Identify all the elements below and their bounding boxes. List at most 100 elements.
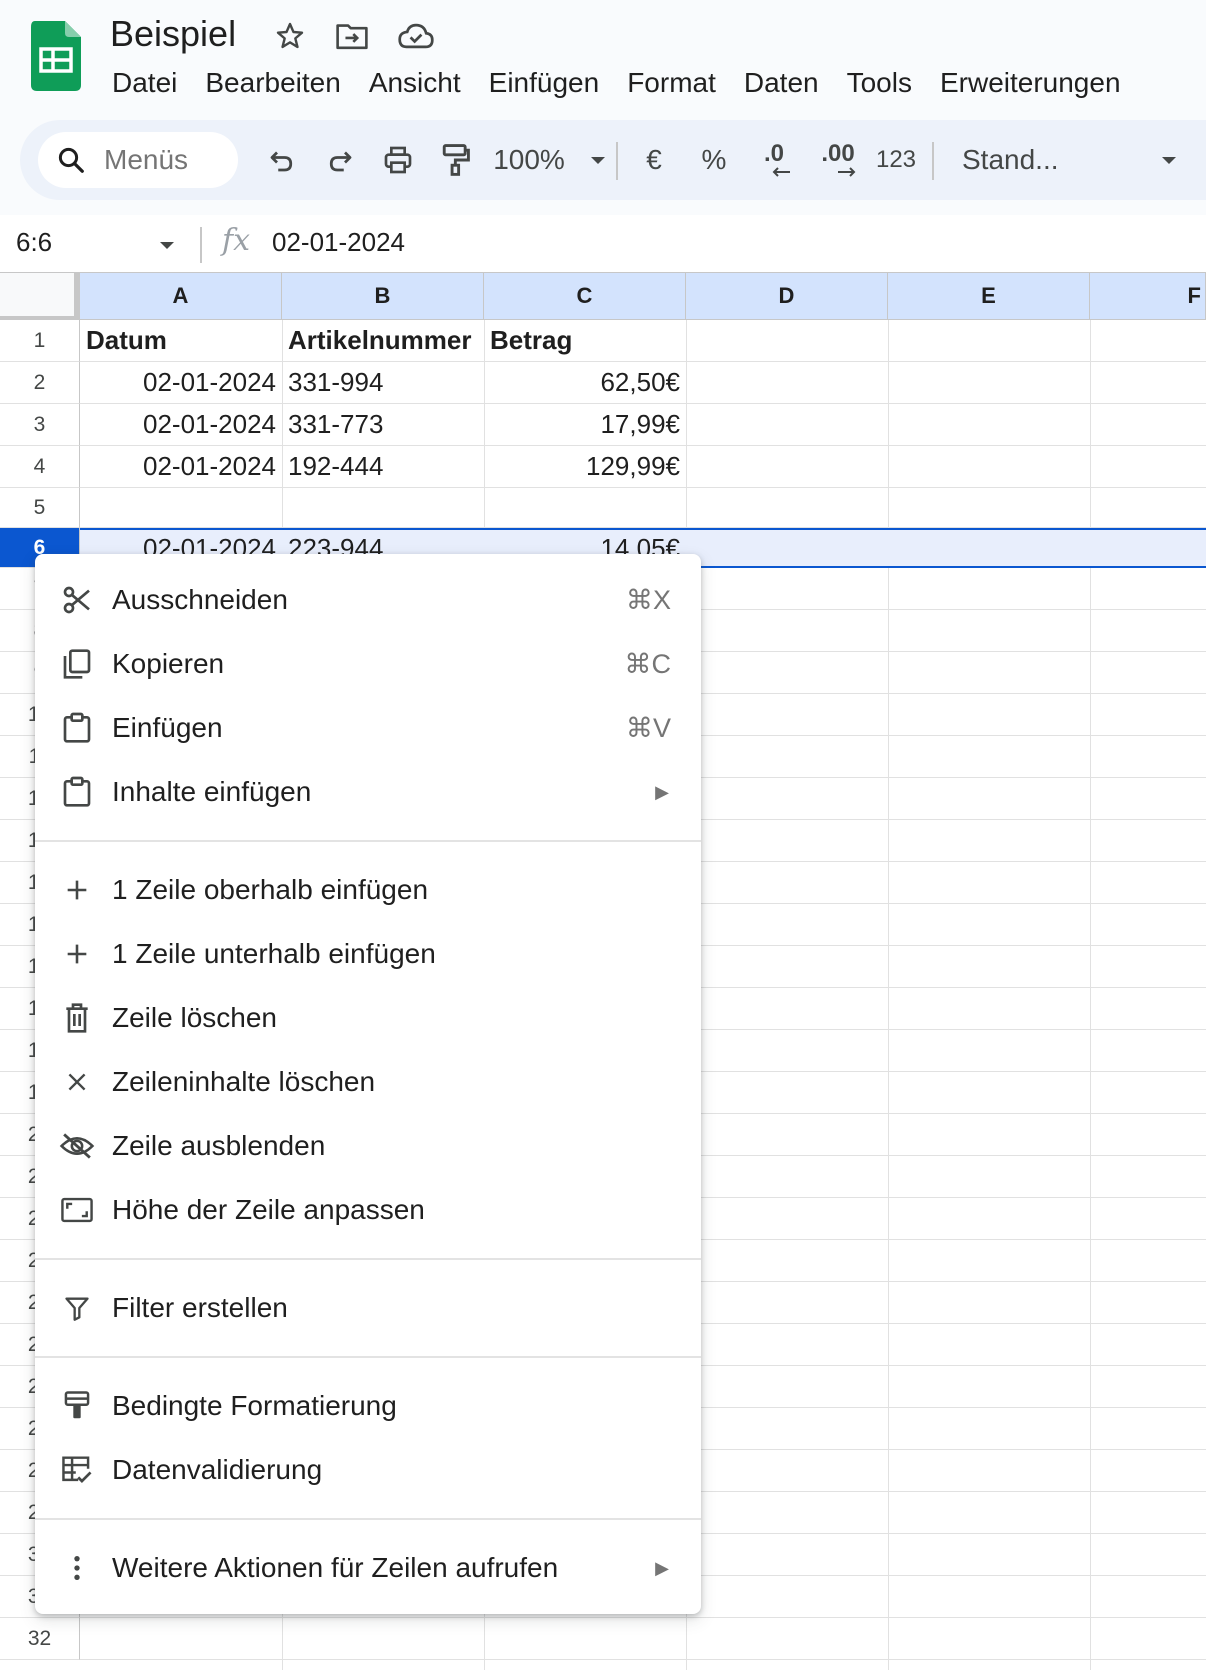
close-icon <box>59 1064 95 1100</box>
chevron-down-icon <box>1162 157 1176 164</box>
menu-item-label: Einfügen <box>112 712 223 743</box>
row-header-1[interactable]: 1 <box>0 320 80 362</box>
percent-format-button[interactable]: % <box>692 130 736 190</box>
cell-c2[interactable]: 62,50€ <box>484 362 686 403</box>
move-folder-icon[interactable] <box>332 16 372 56</box>
cell-a3[interactable]: 02-01-2024 <box>80 404 282 445</box>
column-header-d[interactable]: D <box>686 273 888 320</box>
eye-off-icon <box>59 1128 95 1164</box>
cell-a2[interactable]: 02-01-2024 <box>80 362 282 403</box>
more-vert-icon <box>59 1550 95 1586</box>
menu-erweiterungen[interactable]: Erweiterungen <box>928 62 1137 104</box>
menu-item-resize-row[interactable]: Höhe der Zeile anpassen <box>35 1178 701 1242</box>
increase-decimal-button[interactable]: .00 <box>812 130 864 190</box>
column-header-f[interactable]: F <box>1090 273 1206 320</box>
row-header-32[interactable]: 32 <box>0 1618 80 1660</box>
name-box[interactable]: 6:6 <box>16 227 52 258</box>
menu-datei[interactable]: Datei <box>100 62 193 104</box>
shortcut-label: ⌘X <box>625 584 671 615</box>
menu-daten[interactable]: Daten <box>732 62 835 104</box>
cell-c1[interactable]: Betrag <box>484 320 686 361</box>
menu-item-data-validation[interactable]: Datenvalidierung <box>35 1438 701 1502</box>
menu-item-copy[interactable]: Kopieren ⌘C <box>35 632 701 696</box>
table-row: 02-01-2024 331-994 62,50€ <box>80 362 1206 404</box>
column-header-e[interactable]: E <box>888 273 1090 320</box>
chevron-down-icon[interactable] <box>158 239 176 251</box>
menu-item-conditional-formatting[interactable]: Bedingte Formatierung <box>35 1374 701 1438</box>
print-icon <box>384 146 412 174</box>
cell-c4[interactable]: 129,99€ <box>484 446 686 487</box>
menu-einfuegen[interactable]: Einfügen <box>477 62 616 104</box>
cloud-saved-icon[interactable] <box>396 16 436 56</box>
row-header-4[interactable]: 4 <box>0 446 80 488</box>
menu-ansicht[interactable]: Ansicht <box>357 62 477 104</box>
cell-b5[interactable] <box>282 488 484 527</box>
menu-item-cut[interactable]: Ausschneiden ⌘X <box>35 568 701 632</box>
decrease-decimal-button[interactable]: .0 <box>752 130 796 190</box>
menu-item-hide-row[interactable]: Zeile ausblenden <box>35 1114 701 1178</box>
font-value: Stand... <box>962 144 1059 175</box>
star-icon[interactable] <box>270 16 310 56</box>
menu-item-clear-row[interactable]: Zeileninhalte löschen <box>35 1050 701 1114</box>
menu-item-more-row-actions[interactable]: Weitere Aktionen für Zeilen aufrufen ▶ <box>35 1536 701 1600</box>
menu-item-label: Zeile löschen <box>112 1002 277 1033</box>
paint-format-icon <box>442 144 470 176</box>
plus-icon <box>59 872 95 908</box>
menu-item-create-filter[interactable]: Filter erstellen <box>35 1276 701 1340</box>
print-button[interactable] <box>376 130 420 190</box>
row-header-5[interactable]: 5 <box>0 488 80 528</box>
select-all-corner[interactable] <box>0 273 80 320</box>
menu-item-paste[interactable]: Einfügen ⌘V <box>35 696 701 760</box>
undo-button[interactable] <box>260 130 304 190</box>
menu-item-delete-row[interactable]: Zeile löschen <box>35 986 701 1050</box>
menu-item-label: Kopieren <box>112 648 225 679</box>
toolbar-separator <box>932 142 934 180</box>
formula-input[interactable]: 02-01-2024 <box>272 227 405 258</box>
euro-icon: € <box>646 144 662 175</box>
sheets-logo-icon[interactable] <box>31 21 81 91</box>
document-title[interactable]: Beispiel <box>110 12 236 56</box>
menu-format[interactable]: Format <box>615 62 732 104</box>
row-header-2[interactable]: 2 <box>0 362 80 404</box>
menu-item-label: Ausschneiden <box>112 584 288 615</box>
fx-icon: fx <box>222 223 251 258</box>
menu-item-label: Zeileninhalte löschen <box>112 1066 376 1097</box>
formula-bar-separator <box>200 227 202 263</box>
font-select[interactable]: Stand... <box>950 130 1190 190</box>
cell-a5[interactable] <box>80 488 282 527</box>
menu-tools[interactable]: Tools <box>835 62 928 104</box>
undo-icon <box>270 151 293 172</box>
redo-button[interactable] <box>318 130 362 190</box>
number-format-icon: 123 <box>875 146 917 173</box>
currency-format-button[interactable]: € <box>632 130 676 190</box>
cell-b4[interactable]: 192-444 <box>282 446 484 487</box>
more-formats-button[interactable]: 123 <box>870 130 922 190</box>
menu-item-label: Filter erstellen <box>112 1292 288 1323</box>
column-header-c[interactable]: C <box>484 273 686 320</box>
menu-divider <box>35 840 701 842</box>
cell-b2[interactable]: 331-994 <box>282 362 484 403</box>
table-row <box>80 488 1206 528</box>
decrease-decimal-icon: .0 <box>763 140 784 167</box>
cell-c5[interactable] <box>484 488 686 527</box>
column-header-a[interactable]: A <box>80 273 282 320</box>
cell-a4[interactable]: 02-01-2024 <box>80 446 282 487</box>
cell-c3[interactable]: 17,99€ <box>484 404 686 445</box>
cell-b1[interactable]: Artikelnummer <box>282 320 484 361</box>
menu-bearbeiten[interactable]: Bearbeiten <box>193 62 356 104</box>
menu-item-label: Datenvalidierung <box>112 1454 323 1485</box>
menu-search[interactable]: Menüs <box>38 132 238 188</box>
row-header-3[interactable]: 3 <box>0 404 80 446</box>
clipboard-icon <box>59 774 95 810</box>
menu-item-insert-row-below[interactable]: 1 Zeile unterhalb einfügen <box>35 922 701 986</box>
paint-format-button[interactable] <box>434 130 478 190</box>
zoom-select[interactable]: 100% <box>480 130 620 190</box>
menu-item-label: 1 Zeile unterhalb einfügen <box>112 938 436 969</box>
table-row: 02-01-2024 331-773 17,99€ <box>80 404 1206 446</box>
toolbar: Menüs 100% € % .0 .00 123 Stand... <box>20 120 1206 200</box>
cell-a1[interactable]: Datum <box>80 320 282 361</box>
column-header-b[interactable]: B <box>282 273 484 320</box>
menu-item-paste-special[interactable]: Inhalte einfügen ▶ <box>35 760 701 824</box>
cell-b3[interactable]: 331-773 <box>282 404 484 445</box>
menu-item-insert-row-above[interactable]: 1 Zeile oberhalb einfügen <box>35 858 701 922</box>
